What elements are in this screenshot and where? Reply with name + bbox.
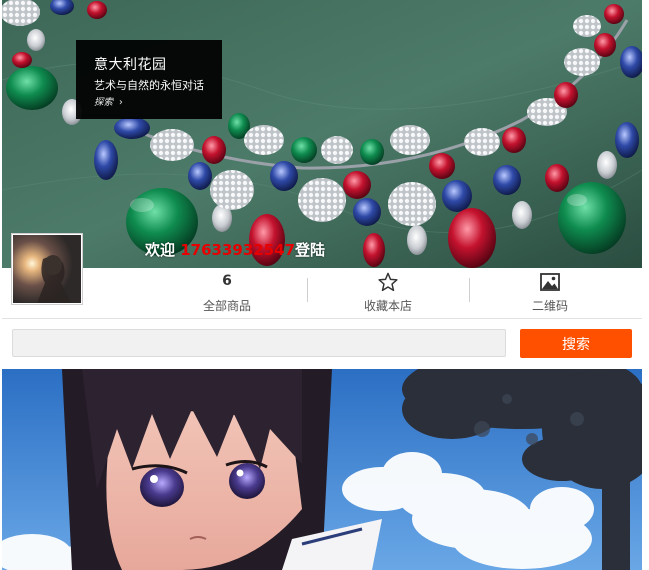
chevron-right-icon: › bbox=[119, 97, 123, 108]
picture-icon bbox=[475, 271, 625, 293]
anime-girl-image bbox=[2, 369, 642, 570]
promo-explore-link[interactable]: 探索 › bbox=[94, 94, 123, 108]
promo-subtitle: 艺术与自然的永恒对话 bbox=[94, 79, 204, 92]
welcome-message: 欢迎 17633932547登陆 bbox=[145, 239, 325, 260]
shop-banner[interactable]: 意大利花园 艺术与自然的永恒对话 探索 › 欢迎 17633932547登陆 bbox=[2, 0, 642, 268]
promo-anime-banner[interactable] bbox=[2, 369, 642, 570]
search-button[interactable]: 搜索 bbox=[520, 329, 632, 358]
promo-link-label: 探索 bbox=[94, 97, 114, 108]
all-products-tab[interactable]: 6 全部商品 bbox=[152, 268, 302, 318]
avatar-image bbox=[13, 235, 81, 303]
favorite-shop-button[interactable]: 收藏本店 bbox=[313, 268, 463, 318]
qr-code-button[interactable]: 二维码 bbox=[475, 268, 625, 318]
favorite-shop-label: 收藏本店 bbox=[363, 299, 412, 313]
shop-avatar[interactable] bbox=[12, 234, 82, 304]
stats-divider bbox=[469, 278, 470, 302]
stats-divider bbox=[307, 278, 308, 302]
welcome-phone[interactable]: 17633932547 bbox=[180, 241, 295, 259]
promo-title: 意大利花园 bbox=[94, 57, 167, 73]
all-products-label: 全部商品 bbox=[202, 299, 251, 313]
shop-search-input[interactable] bbox=[12, 329, 506, 357]
star-outline-icon bbox=[313, 271, 463, 293]
qr-code-label: 二维码 bbox=[531, 299, 568, 313]
shop-page: 意大利花园 艺术与自然的永恒对话 探索 › 欢迎 17633932547登陆 6 … bbox=[2, 0, 642, 570]
welcome-suffix: 登陆 bbox=[295, 241, 326, 259]
promo-box[interactable]: 意大利花园 艺术与自然的永恒对话 探索 › bbox=[76, 40, 222, 119]
product-count: 6 bbox=[222, 273, 232, 289]
shop-stats-bar: 6 全部商品 收藏本店 二维码 bbox=[2, 268, 642, 319]
welcome-prefix: 欢迎 bbox=[145, 241, 181, 259]
